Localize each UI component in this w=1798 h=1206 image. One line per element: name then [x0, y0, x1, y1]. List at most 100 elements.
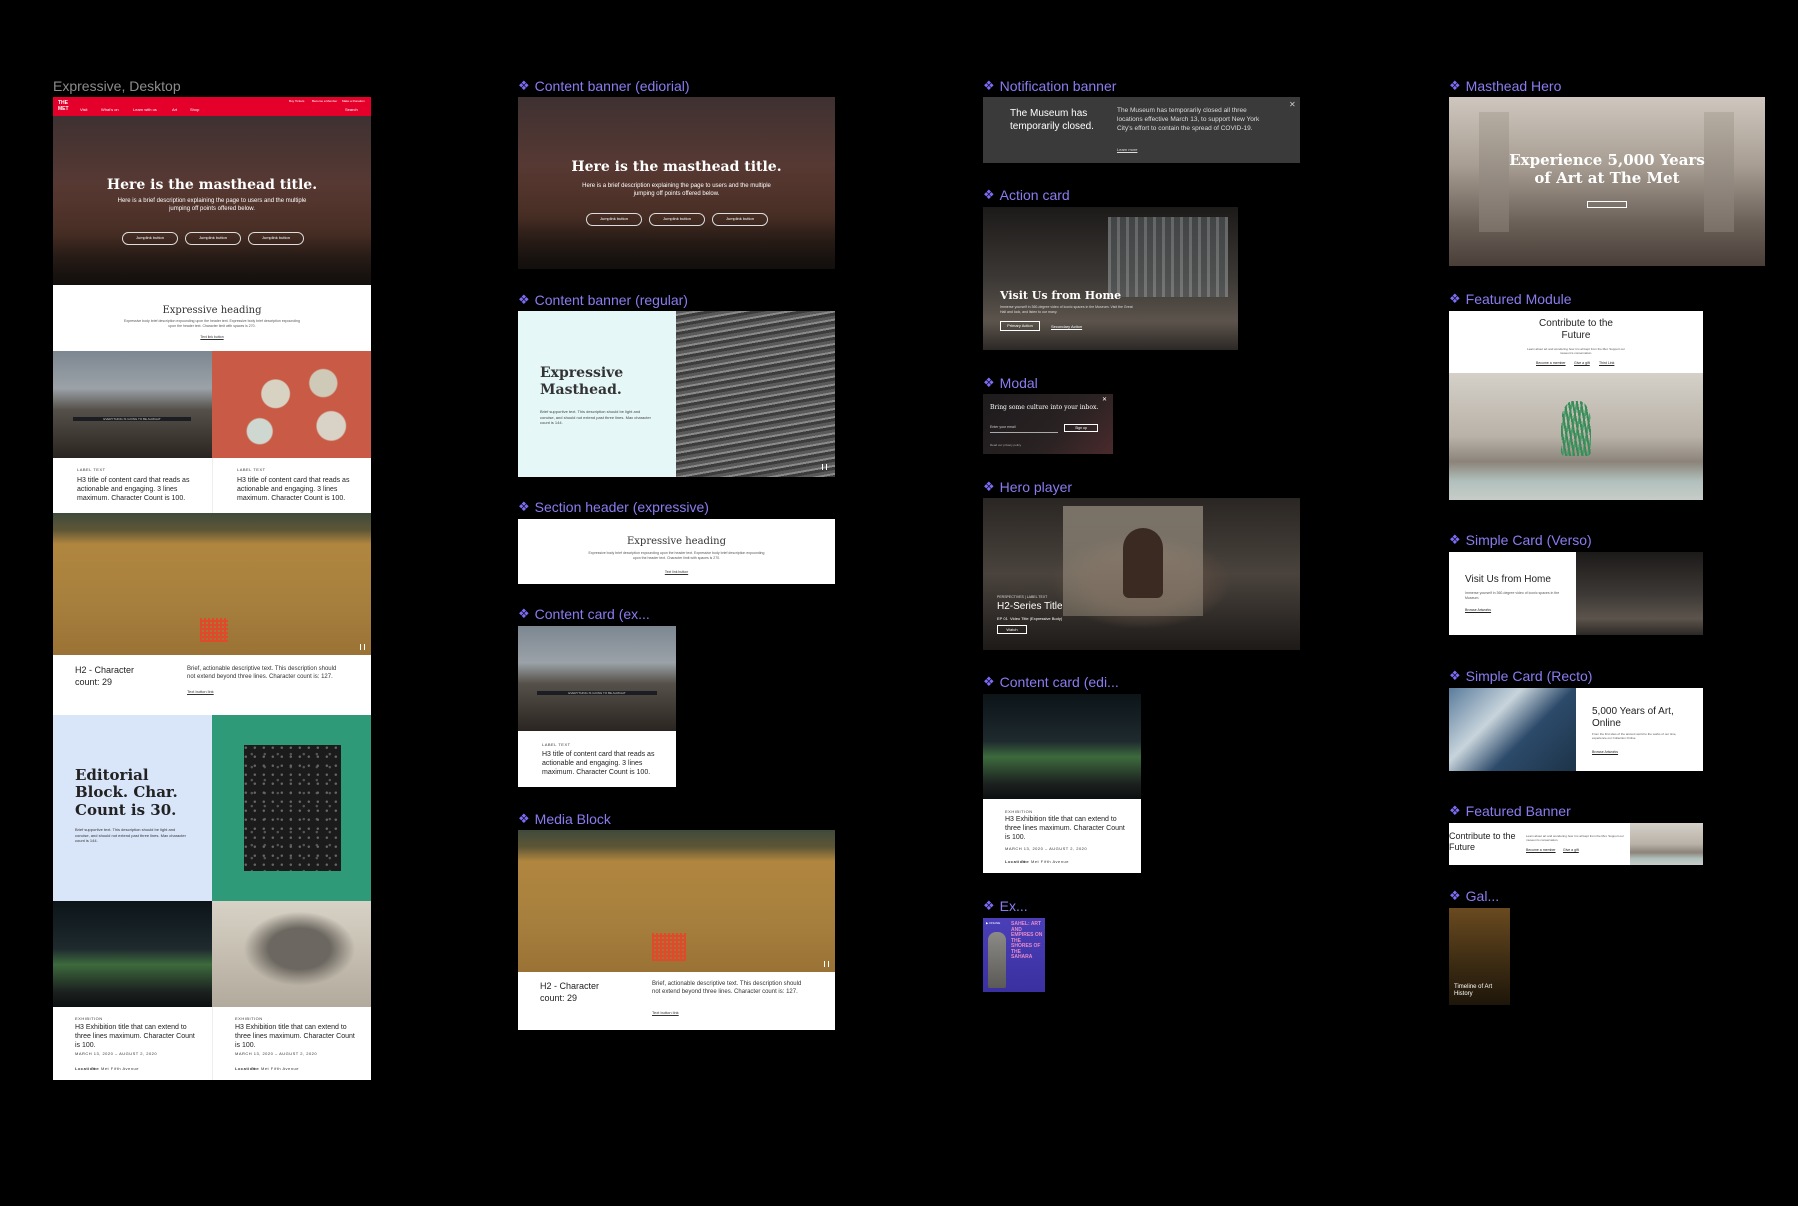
frame-label-text: Simple Card (Verso)	[1465, 532, 1592, 548]
frame-label-simple-card-verso: ❖ Simple Card (Verso)	[1449, 532, 1592, 548]
exhibition-dates: MARCH 13, 2020 – AUGUST 2, 2020	[75, 1051, 158, 1056]
media-block-body: Brief, actionable descriptive text. This…	[652, 981, 802, 996]
jumplink-button-1[interactable]: Jumplink button	[122, 232, 178, 245]
featured-banner-link-2[interactable]: Give a gift	[1563, 848, 1579, 852]
frame-label-text: Ex...	[999, 898, 1028, 914]
jumplink-button-3[interactable]: Jumplink button	[712, 213, 768, 226]
simple-verso-body: Immerse yourself in 360-degree video of …	[1465, 591, 1560, 600]
featured-link-1[interactable]: Become a member	[1536, 361, 1566, 365]
jumplink-button-2[interactable]: Jumplink button	[185, 232, 241, 245]
nav-item-art[interactable]: Art	[172, 107, 177, 112]
secondary-action-link[interactable]: Secondary Action	[1051, 324, 1082, 329]
featured-link-3[interactable]: Third Link	[1599, 361, 1614, 365]
signup-button[interactable]: Sign up	[1064, 424, 1098, 432]
simple-card-recto[interactable]: 5,000 Years of Art, Online From the firs…	[1576, 688, 1703, 771]
modal-footnote[interactable]: Read our privacy policy	[990, 443, 1021, 447]
gallery-card[interactable]: Timeline of Art History	[1449, 908, 1510, 1005]
content-card-edi[interactable]: EXHIBITION H3 Exhibition title that can …	[983, 799, 1141, 873]
pause-icon[interactable]	[824, 961, 829, 967]
action-card[interactable]: Visit Us from Home Immerse yourself in 3…	[983, 207, 1238, 350]
email-input[interactable]: Enter your email	[990, 425, 1058, 433]
featured-module-body: Learn about art and wondering how it is …	[1527, 347, 1625, 356]
starfield-artwork	[244, 745, 341, 871]
frame-label-text: Featured Banner	[1465, 803, 1571, 819]
editorial-block-image	[212, 715, 371, 901]
jumplink-button-3[interactable]: Jumplink button	[248, 232, 304, 245]
simple-verso-link[interactable]: Browse Artworks	[1465, 608, 1491, 612]
featured-banner-link-1[interactable]: Become a member	[1526, 848, 1556, 852]
hero-player-episode: EP 01	[997, 616, 1008, 621]
simple-card-recto-image	[1449, 688, 1576, 771]
featured-link-2[interactable]: Give a gift	[1574, 361, 1590, 365]
frame-label-simple-card-recto: ❖ Simple Card (Recto)	[1449, 668, 1592, 684]
exhibition-card-1[interactable]: EXHIBITION H3 Exhibition title that can …	[53, 1007, 212, 1080]
media-block-link[interactable]: Text button link	[652, 1010, 679, 1015]
content-card-1[interactable]: LABEL TEXT H3 title of content card that…	[53, 458, 212, 513]
masthead-hero: Experience 5,000 Years of Art at The Met	[1449, 97, 1765, 266]
exhibition-title: H3 Exhibition title that can extend to t…	[1005, 816, 1125, 842]
notification-link[interactable]: Learn more	[1117, 147, 1137, 152]
reed-sculpture	[1561, 401, 1591, 456]
frame-label-featured-banner: ❖ Featured Banner	[1449, 803, 1571, 819]
content-card-ex[interactable]: LABEL TEXT H3 title of content card that…	[518, 731, 676, 787]
featured-banner-title: Contribute to the Future	[1449, 831, 1516, 852]
pause-icon[interactable]	[360, 644, 365, 650]
ex-card-title: SAHEL: ART AND EMPIRES ON THE SHORES OF …	[1011, 921, 1043, 960]
pause-icon[interactable]	[822, 464, 827, 470]
simple-recto-link[interactable]: Browse Artworks	[1592, 750, 1618, 754]
jumplink-button-1[interactable]: Jumplink button	[586, 213, 642, 226]
util-become-member[interactable]: Become a Member	[312, 99, 337, 103]
frame-label-text: Content banner (regular)	[534, 292, 688, 308]
nav-search[interactable]: Search	[345, 107, 358, 112]
featured-banner-image	[1630, 823, 1703, 865]
met-logo[interactable]: THE MET	[58, 100, 72, 112]
content-card-2[interactable]: LABEL TEXT H3 title of content card that…	[212, 458, 371, 513]
card-label: LABEL TEXT	[237, 467, 266, 472]
jumplink-button-2[interactable]: Jumplink button	[649, 213, 705, 226]
exhibition-location: The Met Fifth Avenue	[91, 1066, 139, 1071]
close-icon[interactable]: ✕	[1289, 100, 1296, 109]
component-icon: ❖	[1449, 291, 1461, 306]
close-icon[interactable]: ✕	[1102, 396, 1107, 403]
card-label: LABEL TEXT	[77, 467, 106, 472]
exhibition-dates: MARCH 13, 2020 – AUGUST 2, 2020	[235, 1051, 318, 1056]
frame-label-ex: ❖ Ex...	[983, 898, 1028, 914]
action-card-title: Visit Us from Home	[1000, 289, 1122, 302]
media-block-caption: H2 - Character count: 29 Brief, actionab…	[53, 655, 371, 715]
simple-recto-body: From the first sites of the ancient worl…	[1592, 732, 1677, 741]
section-header-link[interactable]: Text link button	[518, 570, 835, 574]
util-buy-tickets[interactable]: Buy Tickets	[289, 99, 304, 103]
frame-label-text: Modal	[999, 375, 1038, 391]
nav-item-whats-on[interactable]: What's on	[101, 107, 119, 112]
media-block-link[interactable]: Text button link	[187, 689, 214, 694]
ex-card[interactable]: ▶ ONLINE SAHEL: ART AND EMPIRES ON THE S…	[983, 918, 1045, 992]
featured-banner: Contribute to the Future Learn about art…	[1449, 823, 1703, 865]
primary-action-button[interactable]: Primary Action	[1000, 321, 1040, 331]
frame-label-gal: ❖ Gal...	[1449, 888, 1499, 904]
expressive-heading-body: Expressive body brief description expoun…	[124, 319, 300, 328]
nav-item-visit[interactable]: Visit	[80, 107, 87, 112]
simple-card-verso-image	[1576, 552, 1703, 635]
frame-label-expressive-desktop: Expressive, Desktop	[53, 78, 181, 94]
component-icon: ❖	[983, 674, 995, 689]
util-make-donation[interactable]: Make a Donation	[342, 99, 365, 103]
simple-verso-title: Visit Us from Home	[1465, 574, 1551, 585]
hero-player[interactable]: PERSPECTIVES | LABEL TEXT H2-Series Titl…	[983, 498, 1300, 650]
online-badge-text: ONLINE	[989, 921, 1001, 925]
notification-body: The Museum has temporarily closed all th…	[1117, 107, 1260, 132]
nav-item-shop[interactable]: Shop	[190, 107, 199, 112]
content-banner-regular-image	[676, 311, 835, 477]
frame-label-media-block: ❖ Media Block	[518, 811, 611, 827]
watch-button[interactable]: Watch	[997, 625, 1027, 634]
featured-module-image	[1449, 373, 1703, 500]
exhibition-card-2[interactable]: EXHIBITION H3 Exhibition title that can …	[212, 1007, 371, 1080]
masthead-hero-button[interactable]	[1587, 201, 1627, 208]
simple-card-verso[interactable]: Visit Us from Home Immerse yourself in 3…	[1449, 552, 1576, 635]
frame-label-text: Content card (ex...	[534, 606, 650, 622]
nav-item-learn[interactable]: Learn with us	[133, 107, 157, 112]
site-nav: THE MET Visit What's on Learn with us Ar…	[53, 97, 371, 116]
simple-recto-title: 5,000 Years of Art, Online	[1592, 706, 1674, 729]
exhibition-location: The Met Fifth Avenue	[1021, 859, 1069, 864]
text-link-button[interactable]: Text link button	[53, 335, 371, 339]
section-header-expressive: Expressive heading Expressive body brief…	[53, 285, 371, 351]
